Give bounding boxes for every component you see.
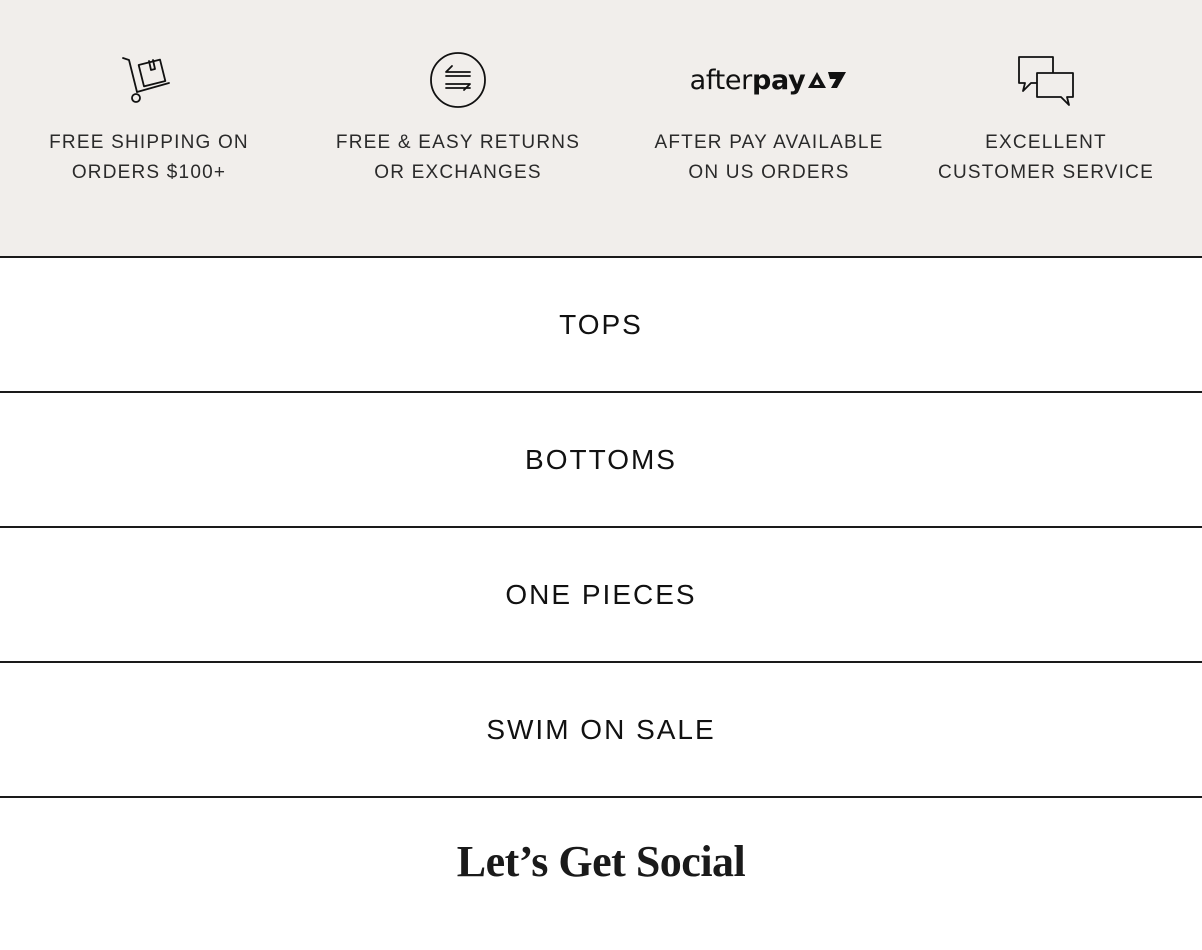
perk-afterpay-text: AFTER PAY AVAILABLE ON US ORDERS — [654, 132, 884, 183]
afterpay-logo: after pay — [690, 48, 849, 112]
nav-item-tops[interactable]: TOPS — [0, 256, 1202, 391]
nav-item-bottoms[interactable]: BOTTOMS — [0, 391, 1202, 526]
exchange-arrows-icon — [428, 48, 488, 112]
perk-customer-service-text: EXCELLENT CUSTOMER SERVICE — [938, 132, 1154, 183]
nav-item-one-pieces[interactable]: ONE PIECES — [0, 526, 1202, 661]
perk-free-shipping-text: FREE SHIPPING ON ORDERS $100+ — [49, 132, 249, 183]
perk-free-returns: FREE & EASY RETURNS OR EXCHANGES — [313, 48, 603, 188]
perk-free-shipping: FREE SHIPPING ON ORDERS $100+ — [4, 48, 294, 188]
chat-bubbles-icon — [1015, 48, 1077, 112]
afterpay-logo-text-a: after — [689, 64, 753, 96]
perk-free-returns-text: FREE & EASY RETURNS OR EXCHANGES — [335, 132, 581, 183]
perks-banner: FREE SHIPPING ON ORDERS $100+ FREE & EAS… — [0, 0, 1202, 256]
category-nav: TOPS BOTTOMS ONE PIECES SWIM ON SALE — [0, 256, 1202, 798]
perk-customer-service: EXCELLENT CUSTOMER SERVICE — [901, 48, 1191, 188]
social-heading: Let’s Get Social — [456, 837, 746, 886]
afterpay-logo-text-b: pay — [751, 64, 806, 96]
hand-truck-box-icon — [119, 48, 179, 112]
afterpay-mark-icon — [808, 72, 847, 88]
perk-afterpay: after pay AFTER PAY AVAILABLE ON US ORDER… — [624, 48, 914, 188]
nav-item-swim-on-sale[interactable]: SWIM ON SALE — [0, 661, 1202, 798]
